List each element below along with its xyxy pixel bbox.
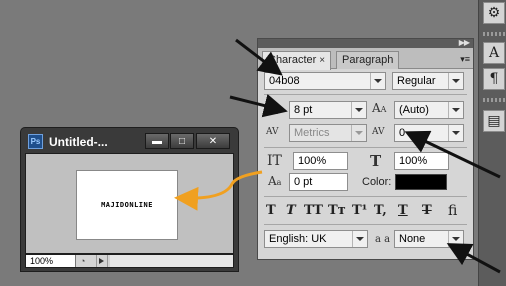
document-window: Ps Untitled-... ▬ □ ✕ MAJIDONLINE 100% ◔	[20, 127, 239, 272]
maximize-button[interactable]: □	[170, 133, 194, 149]
character-panel: ▶▶ Character × Paragraph ▾≡ 04b08 Regular…	[257, 38, 474, 260]
all-caps-button[interactable]: TT	[304, 203, 323, 218]
chevron-down-icon[interactable]	[448, 73, 463, 89]
superscript-button[interactable]: T¹	[352, 203, 367, 218]
tracking-dropdown[interactable]: 0	[394, 124, 464, 142]
tracking-icon: AV	[372, 127, 385, 137]
chevron-down-icon[interactable]	[370, 73, 385, 89]
divider	[264, 94, 467, 95]
kerning-dropdown[interactable]: Metrics	[289, 124, 367, 142]
panel-menu-icon[interactable]: ▾≡	[460, 54, 470, 65]
horizontal-scale-input[interactable]: 100%	[394, 152, 449, 170]
paragraph-glyph: ¶	[489, 71, 499, 87]
minimize-button[interactable]: ▬	[145, 133, 169, 149]
document-canvas[interactable]: MAJIDONLINE	[76, 170, 178, 240]
font-size-value: 8 pt	[294, 104, 313, 116]
kerning-value: Metrics	[294, 127, 330, 139]
font-family-dropdown[interactable]: 04b08	[264, 72, 386, 90]
tab-character[interactable]: Character ×	[262, 51, 332, 70]
close-icon: ✕	[208, 135, 218, 147]
chevron-down-icon[interactable]	[351, 125, 366, 141]
anti-alias-icon: a a	[375, 234, 391, 245]
tools-preset-icon[interactable]: ⚙	[483, 2, 505, 24]
zoom-input[interactable]: 100%	[26, 255, 76, 267]
canvas-area[interactable]: MAJIDONLINE	[25, 153, 234, 254]
notes-icon[interactable]: ▤	[483, 110, 505, 132]
dock-grip[interactable]	[483, 32, 505, 36]
strikethrough-button[interactable]: T	[422, 203, 432, 218]
chevron-down-icon[interactable]	[351, 102, 366, 118]
dock-grip[interactable]	[483, 98, 505, 102]
baseline-shift-icon: Aa	[268, 174, 282, 188]
color-label: Color:	[362, 176, 392, 188]
vertical-scale-input[interactable]: 100%	[293, 152, 348, 170]
divider	[264, 196, 467, 197]
document-title: Untitled-...	[49, 135, 108, 149]
leading-dropdown[interactable]: (Auto)	[394, 101, 464, 119]
baseline-shift-input[interactable]: 0 pt	[289, 173, 348, 191]
character-glyph: A	[488, 45, 500, 61]
vertical-scale-icon: IT	[267, 153, 282, 169]
font-style-value: Regular	[397, 75, 436, 87]
font-family-value: 04b08	[269, 75, 300, 87]
tab-close-icon[interactable]: ×	[319, 55, 325, 66]
anti-alias-value: None	[399, 233, 426, 245]
tab-paragraph-label: Paragraph	[342, 54, 394, 66]
status-menu-arrow-icon[interactable]	[96, 255, 108, 267]
divider	[264, 147, 467, 148]
baseline-shift-value: 0 pt	[294, 176, 313, 188]
panel-dock: ⚙ A ¶ ▤	[478, 0, 506, 286]
small-caps-button[interactable]: Tт	[328, 203, 346, 218]
color-swatch[interactable]	[395, 174, 447, 190]
font-size-dropdown[interactable]: 8 pt	[289, 101, 367, 119]
app-badge: Ps	[30, 137, 41, 146]
chevron-down-icon[interactable]	[448, 231, 463, 247]
font-style-dropdown[interactable]: Regular	[392, 72, 464, 90]
horizontal-scale-value: 100%	[399, 155, 428, 167]
underline-button[interactable]: T	[398, 203, 408, 218]
notes-glyph: ▤	[487, 113, 501, 129]
kerning-icon: AV	[266, 127, 279, 137]
faux-italic-button[interactable]: T	[286, 203, 296, 218]
close-button[interactable]: ✕	[196, 133, 230, 149]
vertical-scale-value: 100%	[298, 155, 327, 167]
horizontal-scale-icon: T	[370, 152, 382, 170]
minimize-icon: ▬	[152, 135, 162, 147]
chevron-down-icon[interactable]	[448, 125, 463, 141]
faux-bold-button[interactable]: T	[266, 203, 276, 218]
subscript-button[interactable]: T,	[374, 203, 387, 218]
zoom-value: 100%	[30, 256, 54, 266]
language-dropdown[interactable]: English: UK	[264, 230, 368, 248]
tab-character-label: Character	[268, 54, 317, 66]
divider	[264, 224, 467, 225]
ligature-button[interactable]: ﬁ	[448, 203, 457, 219]
character-panel-icon[interactable]: A	[483, 42, 505, 64]
tab-paragraph[interactable]: Paragraph	[336, 51, 400, 69]
document-info-icon[interactable]: ◔	[80, 255, 94, 267]
chevron-down-icon[interactable]	[448, 102, 463, 118]
document-titlebar[interactable]: Ps Untitled-... ▬ □ ✕	[25, 131, 234, 153]
anti-alias-dropdown[interactable]: None	[394, 230, 464, 248]
horizontal-scrollbar[interactable]	[110, 255, 233, 267]
tracking-value: 0	[399, 127, 406, 139]
language-value: English: UK	[269, 233, 327, 245]
canvas-text-layer[interactable]: MAJIDONLINE	[101, 201, 153, 209]
panel-header-bar[interactable]: ▶▶	[258, 38, 473, 48]
paragraph-panel-icon[interactable]: ¶	[483, 68, 505, 90]
photoshop-icon: Ps	[28, 134, 43, 149]
leading-icon: AA	[372, 101, 387, 115]
panel-tabs: Character × Paragraph ▾≡	[258, 48, 473, 70]
collapse-icon[interactable]: ▶▶	[459, 38, 470, 47]
status-bar: 100% ◔	[25, 254, 234, 268]
maximize-icon: □	[178, 135, 186, 147]
leading-value: (Auto)	[399, 104, 429, 116]
font-size-icon: TT	[266, 103, 280, 117]
chevron-down-icon[interactable]	[352, 231, 367, 247]
